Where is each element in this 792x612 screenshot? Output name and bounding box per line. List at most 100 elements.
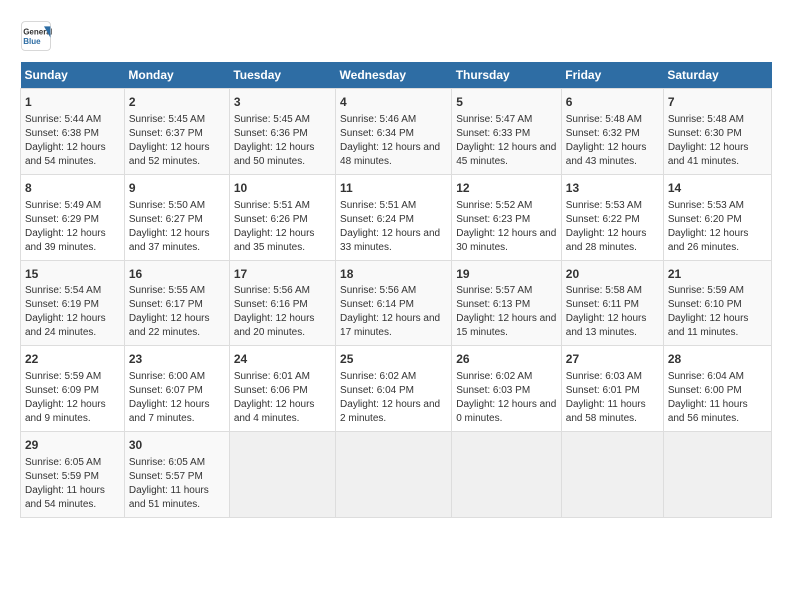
daylight-label: Daylight: 12 hours and 50 minutes. xyxy=(234,142,315,167)
sunrise-text: Sunrise: 6:05 AM xyxy=(25,457,101,468)
sunset-text: Sunset: 6:16 PM xyxy=(234,299,308,310)
daylight-label: Daylight: 12 hours and 13 minutes. xyxy=(566,313,647,338)
sunrise-text: Sunrise: 5:59 AM xyxy=(668,285,744,296)
daylight-label: Daylight: 12 hours and 54 minutes. xyxy=(25,142,106,167)
daylight-label: Daylight: 12 hours and 30 minutes. xyxy=(456,228,556,253)
calendar-cell: 16Sunrise: 5:55 AMSunset: 6:17 PMDayligh… xyxy=(124,260,229,346)
calendar-table: SundayMondayTuesdayWednesdayThursdayFrid… xyxy=(20,62,772,518)
daylight-label: Daylight: 12 hours and 20 minutes. xyxy=(234,313,315,338)
sunset-text: Sunset: 6:32 PM xyxy=(566,128,640,139)
calendar-cell: 23Sunrise: 6:00 AMSunset: 6:07 PMDayligh… xyxy=(124,346,229,432)
daylight-label: Daylight: 11 hours and 56 minutes. xyxy=(668,399,748,424)
daylight-label: Daylight: 12 hours and 11 minutes. xyxy=(668,313,749,338)
sunset-text: Sunset: 6:17 PM xyxy=(129,299,203,310)
day-number: 23 xyxy=(129,351,225,368)
day-header-thursday: Thursday xyxy=(452,62,562,89)
sunset-text: Sunset: 6:22 PM xyxy=(566,214,640,225)
calendar-week-row: 1Sunrise: 5:44 AMSunset: 6:38 PMDaylight… xyxy=(21,89,772,175)
day-number: 20 xyxy=(566,266,659,283)
calendar-cell: 5 Sunrise: 5:47 AM Sunset: 6:33 PM Daylight… xyxy=(452,89,562,175)
daylight-label: Daylight: 12 hours and 2 minutes. xyxy=(340,399,440,424)
day-number: 21 xyxy=(668,266,767,283)
sunset-text: Sunset: 6:19 PM xyxy=(25,299,99,310)
sunset-text: Sunset: 6:37 PM xyxy=(129,128,203,139)
sunset-text: Sunset: 6:30 PM xyxy=(668,128,742,139)
calendar-cell xyxy=(336,432,452,518)
daylight-label: Daylight: 11 hours and 58 minutes. xyxy=(566,399,646,424)
daylight-label: Daylight: 12 hours and 45 minutes. xyxy=(456,142,556,167)
day-number: 11 xyxy=(340,180,447,197)
sunset-text: Sunset: 6:06 PM xyxy=(234,385,308,396)
logo: General Blue xyxy=(20,20,56,52)
calendar-cell: 15Sunrise: 5:54 AMSunset: 6:19 PMDayligh… xyxy=(21,260,125,346)
calendar-cell: 30Sunrise: 6:05 AMSunset: 5:57 PMDayligh… xyxy=(124,432,229,518)
sunset-text: Sunset: 6:38 PM xyxy=(25,128,99,139)
daylight-label: Daylight: 12 hours and 43 minutes. xyxy=(566,142,647,167)
daylight-label: Daylight: 12 hours and 24 minutes. xyxy=(25,313,106,338)
sunrise-text: Sunrise: 5:46 AM xyxy=(340,114,416,125)
sunrise-text: Sunrise: 5:48 AM xyxy=(566,114,642,125)
sunset-text: Sunset: 6:26 PM xyxy=(234,214,308,225)
sunrise-text: Sunrise: 5:51 AM xyxy=(234,200,310,211)
day-number: 22 xyxy=(25,351,120,368)
day-header-tuesday: Tuesday xyxy=(229,62,335,89)
calendar-cell: 12Sunrise: 5:52 AMSunset: 6:23 PMDayligh… xyxy=(452,174,562,260)
calendar-cell xyxy=(663,432,771,518)
day-number: 28 xyxy=(668,351,767,368)
sunset-text: Sunset: 6:00 PM xyxy=(668,385,742,396)
calendar-week-row: 15Sunrise: 5:54 AMSunset: 6:19 PMDayligh… xyxy=(21,260,772,346)
daylight-label: Daylight: 12 hours and 26 minutes. xyxy=(668,228,749,253)
day-number: 19 xyxy=(456,266,557,283)
sunrise-text: Sunrise: 5:55 AM xyxy=(129,285,205,296)
calendar-cell: 11 Sunrise: 5:51 AM Sunset: 6:24 PM Dayligh… xyxy=(336,174,452,260)
day-number: 18 xyxy=(340,266,447,283)
calendar-cell: 21Sunrise: 5:59 AMSunset: 6:10 PMDayligh… xyxy=(663,260,771,346)
daylight-label: Daylight: 12 hours and 4 minutes. xyxy=(234,399,315,424)
daylight-label: Daylight: 12 hours and 33 minutes. xyxy=(340,228,440,253)
calendar-week-row: 29Sunrise: 6:05 AMSunset: 5:59 PMDayligh… xyxy=(21,432,772,518)
daylight-label: Daylight: 12 hours and 35 minutes. xyxy=(234,228,315,253)
calendar-cell: 14Sunrise: 5:53 AMSunset: 6:20 PMDayligh… xyxy=(663,174,771,260)
day-number: 26 xyxy=(456,351,557,368)
calendar-cell: 10Sunrise: 5:51 AMSunset: 6:26 PMDayligh… xyxy=(229,174,335,260)
day-header-saturday: Saturday xyxy=(663,62,771,89)
sunset-text: Sunset: 6:27 PM xyxy=(129,214,203,225)
sunset-text: Sunset: 6:33 PM xyxy=(456,128,530,139)
calendar-cell: 9Sunrise: 5:50 AMSunset: 6:27 PMDaylight… xyxy=(124,174,229,260)
sunrise-text: Sunrise: 6:04 AM xyxy=(668,371,744,382)
sunrise-text: Sunrise: 5:47 AM xyxy=(456,114,532,125)
calendar-cell: 7Sunrise: 5:48 AMSunset: 6:30 PMDaylight… xyxy=(663,89,771,175)
daylight-label: Daylight: 12 hours and 48 minutes. xyxy=(340,142,440,167)
daylight-label: Daylight: 12 hours and 15 minutes. xyxy=(456,313,556,338)
sunset-text: Sunset: 6:24 PM xyxy=(340,214,414,225)
calendar-cell xyxy=(561,432,663,518)
sunrise-text: Sunrise: 6:00 AM xyxy=(129,371,205,382)
calendar-body: 1Sunrise: 5:44 AMSunset: 6:38 PMDaylight… xyxy=(21,89,772,518)
calendar-cell xyxy=(229,432,335,518)
day-number: 15 xyxy=(25,266,120,283)
day-number: 5 xyxy=(456,94,557,111)
sunset-text: Sunset: 6:36 PM xyxy=(234,128,308,139)
sunrise-text: Sunrise: 5:53 AM xyxy=(668,200,744,211)
calendar-cell: 24Sunrise: 6:01 AMSunset: 6:06 PMDayligh… xyxy=(229,346,335,432)
sunset-text: Sunset: 6:23 PM xyxy=(456,214,530,225)
daylight-label: Daylight: 12 hours and 17 minutes. xyxy=(340,313,440,338)
sunrise-text: Sunrise: 5:52 AM xyxy=(456,200,532,211)
day-number: 4 xyxy=(340,94,447,111)
sunrise-text: Sunrise: 5:51 AM xyxy=(340,200,416,211)
day-number: 7 xyxy=(668,94,767,111)
day-number: 27 xyxy=(566,351,659,368)
calendar-cell: 6Sunrise: 5:48 AMSunset: 6:32 PMDaylight… xyxy=(561,89,663,175)
sunrise-text: Sunrise: 5:44 AM xyxy=(25,114,101,125)
calendar-week-row: 22Sunrise: 5:59 AMSunset: 6:09 PMDayligh… xyxy=(21,346,772,432)
sunrise-text: Sunrise: 5:53 AM xyxy=(566,200,642,211)
calendar-cell: 8Sunrise: 5:49 AMSunset: 6:29 PMDaylight… xyxy=(21,174,125,260)
sunset-text: Sunset: 6:13 PM xyxy=(456,299,530,310)
sunset-text: Sunset: 6:34 PM xyxy=(340,128,414,139)
calendar-cell: 28 Sunrise: 6:04 AM Sunset: 6:00 PM Dayligh… xyxy=(663,346,771,432)
calendar-header-row: SundayMondayTuesdayWednesdayThursdayFrid… xyxy=(21,62,772,89)
day-number: 3 xyxy=(234,94,331,111)
sunrise-text: Sunrise: 5:48 AM xyxy=(668,114,744,125)
sunrise-text: Sunrise: 6:03 AM xyxy=(566,371,642,382)
sunrise-text: Sunrise: 5:50 AM xyxy=(129,200,205,211)
